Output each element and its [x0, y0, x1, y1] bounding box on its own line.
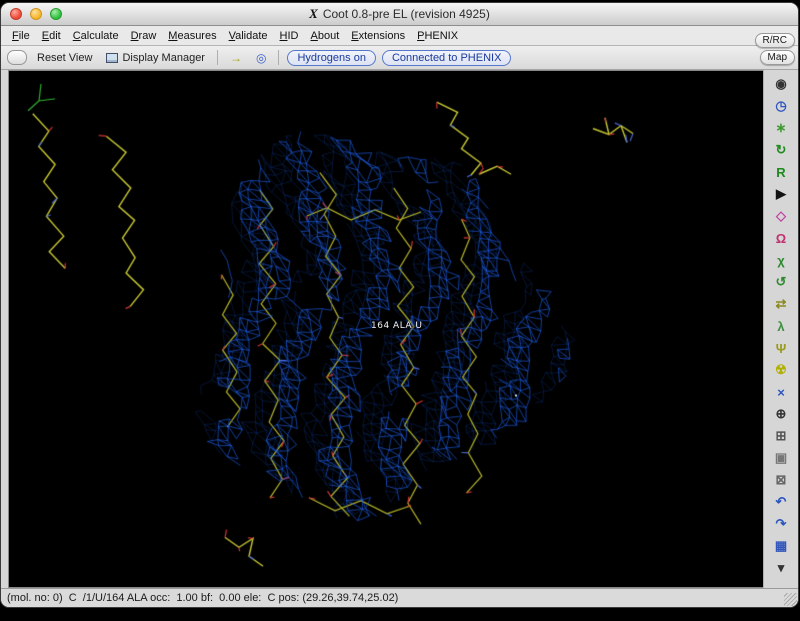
mutate-icon[interactable]: Ψ — [768, 337, 794, 359]
toolbar-separator — [217, 50, 218, 65]
window-controls — [1, 8, 62, 20]
go-to-atom-icon: → — [230, 51, 242, 65]
status-bar: (mol. no: 0) C /1/U/164 ALA occ: 1.00 bf… — [1, 588, 798, 607]
menu-bar: FileEditCalculateDrawMeasuresValidateHID… — [1, 26, 798, 46]
alt-conf-icon[interactable]: ▣ — [768, 447, 794, 469]
delete-icon[interactable]: ⊠ — [768, 469, 794, 491]
residue-label: 164 ALA U — [371, 321, 423, 331]
real-space-refine-icon[interactable]: ↻ — [768, 139, 794, 161]
undo-icon[interactable]: ↶ — [768, 491, 794, 513]
side-buttons: R/RC Map — [755, 33, 795, 65]
menu-about[interactable]: About — [305, 28, 346, 44]
status-text: (mol. no: 0) C /1/U/164 ALA occ: 1.00 bf… — [7, 592, 398, 604]
minimize-button[interactable] — [30, 8, 42, 20]
regularize-icon[interactable]: R — [768, 161, 794, 183]
toolbar-toggle-button[interactable] — [7, 50, 27, 65]
reset-view-button[interactable]: Reset View — [33, 50, 96, 66]
menu-file[interactable]: File — [6, 28, 36, 44]
menu-extensions[interactable]: Extensions — [345, 28, 411, 44]
gl-viewport: 164 ALA U — [8, 70, 763, 588]
phenix-connection-button[interactable]: Connected to PHENIX — [382, 50, 511, 66]
go-to-ligand-button[interactable]: ◎ — [252, 49, 270, 67]
toolbar: Reset View Display Manager → ◎ Hydrogens… — [1, 46, 798, 70]
radiation-icon[interactable]: ☢ — [768, 359, 794, 381]
hydrogens-toggle-button[interactable]: Hydrogens on — [287, 50, 376, 66]
coot-window: X Coot 0.8-pre EL (revision 4925) FileEdi… — [1, 3, 798, 607]
resize-grip[interactable] — [784, 593, 797, 606]
x11-icon: X — [309, 6, 318, 21]
chi-angles-icon[interactable]: χ — [768, 249, 794, 271]
display-manager-button[interactable]: Display Manager — [102, 50, 209, 66]
auto-fit-rotamer-icon[interactable]: λ — [768, 315, 794, 337]
more-tools-icon[interactable]: ▾ — [768, 557, 794, 579]
timer-icon[interactable]: ◷ — [768, 95, 794, 117]
main-area: 164 ALA U ◉◷∗↻R▶◇Ωχ↺⇄λΨ☢×⊕⊞▣⊠↶↷▦▾ — [1, 70, 798, 588]
redo-icon[interactable]: ↷ — [768, 513, 794, 535]
close-button[interactable] — [10, 8, 22, 20]
window-title: X Coot 0.8-pre EL (revision 4925) — [1, 6, 798, 22]
menu-measures[interactable]: Measures — [162, 28, 222, 44]
r-rc-button[interactable]: R/RC — [755, 33, 795, 48]
zoom-button[interactable] — [50, 8, 62, 20]
toolbar-separator — [278, 50, 279, 65]
go-to-atom-button[interactable]: → — [226, 49, 246, 67]
menu-calculate[interactable]: Calculate — [67, 28, 125, 44]
place-atom-icon[interactable]: ⊕ — [768, 403, 794, 425]
expand-tools-icon[interactable]: ▶ — [768, 183, 794, 205]
refine-spin-icon[interactable]: ∗ — [768, 117, 794, 139]
rot-trans-icon[interactable]: ⇄ — [768, 293, 794, 315]
clear-picks-icon[interactable]: × — [768, 381, 794, 403]
display-manager-icon — [106, 53, 118, 63]
menu-validate[interactable]: Validate — [223, 28, 274, 44]
right-toolbar: ◉◷∗↻R▶◇Ωχ↺⇄λΨ☢×⊕⊞▣⊠↶↷▦▾ — [763, 70, 798, 588]
menu-draw[interactable]: Draw — [125, 28, 163, 44]
map-button[interactable]: Map — [760, 50, 795, 65]
view-mode-icon[interactable]: ◉ — [768, 73, 794, 95]
add-residue-icon[interactable]: ⊞ — [768, 425, 794, 447]
pep-flip-icon[interactable]: Ω — [768, 227, 794, 249]
go-to-ligand-icon: ◎ — [256, 51, 266, 65]
window-title-text: Coot 0.8-pre EL (revision 4925) — [323, 7, 490, 21]
menu-hid[interactable]: HID — [274, 28, 305, 44]
display-manager-label: Display Manager — [122, 52, 205, 64]
fix-atoms-icon[interactable]: ◇ — [768, 205, 794, 227]
title-bar[interactable]: X Coot 0.8-pre EL (revision 4925) — [1, 3, 798, 26]
reset-view-label: Reset View — [37, 52, 92, 64]
refmac-icon[interactable]: ▦ — [768, 535, 794, 557]
menu-edit[interactable]: Edit — [36, 28, 67, 44]
rotamer-icon[interactable]: ↺ — [768, 271, 794, 293]
menu-phenix[interactable]: PHENIX — [411, 28, 464, 44]
